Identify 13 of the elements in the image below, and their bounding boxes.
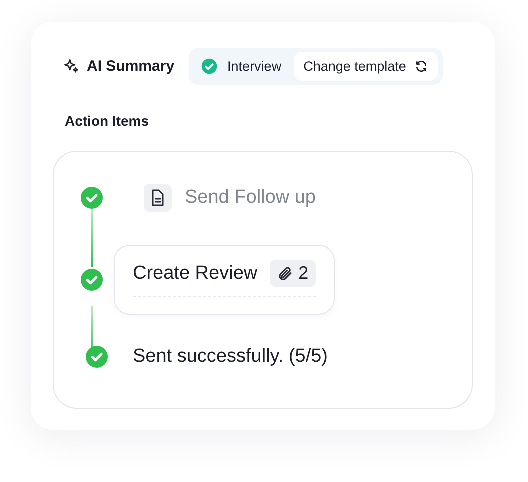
timeline-connector: [91, 209, 93, 267]
section-title: Action Items: [65, 113, 150, 129]
attachment-count: 2: [270, 260, 316, 287]
template-name: Interview: [228, 59, 282, 74]
paperclip-icon: [276, 266, 293, 282]
step-label: Sent successfully. (5/5): [133, 346, 328, 368]
change-template-button[interactable]: Change template: [294, 52, 438, 81]
sparkle-icon: [63, 58, 80, 75]
step-label: Create Review: [133, 262, 258, 284]
summary-title: AI Summary: [87, 58, 175, 75]
refresh-icon: [415, 60, 428, 73]
step-label: Send Follow up: [185, 187, 316, 209]
document-icon: [144, 184, 172, 212]
